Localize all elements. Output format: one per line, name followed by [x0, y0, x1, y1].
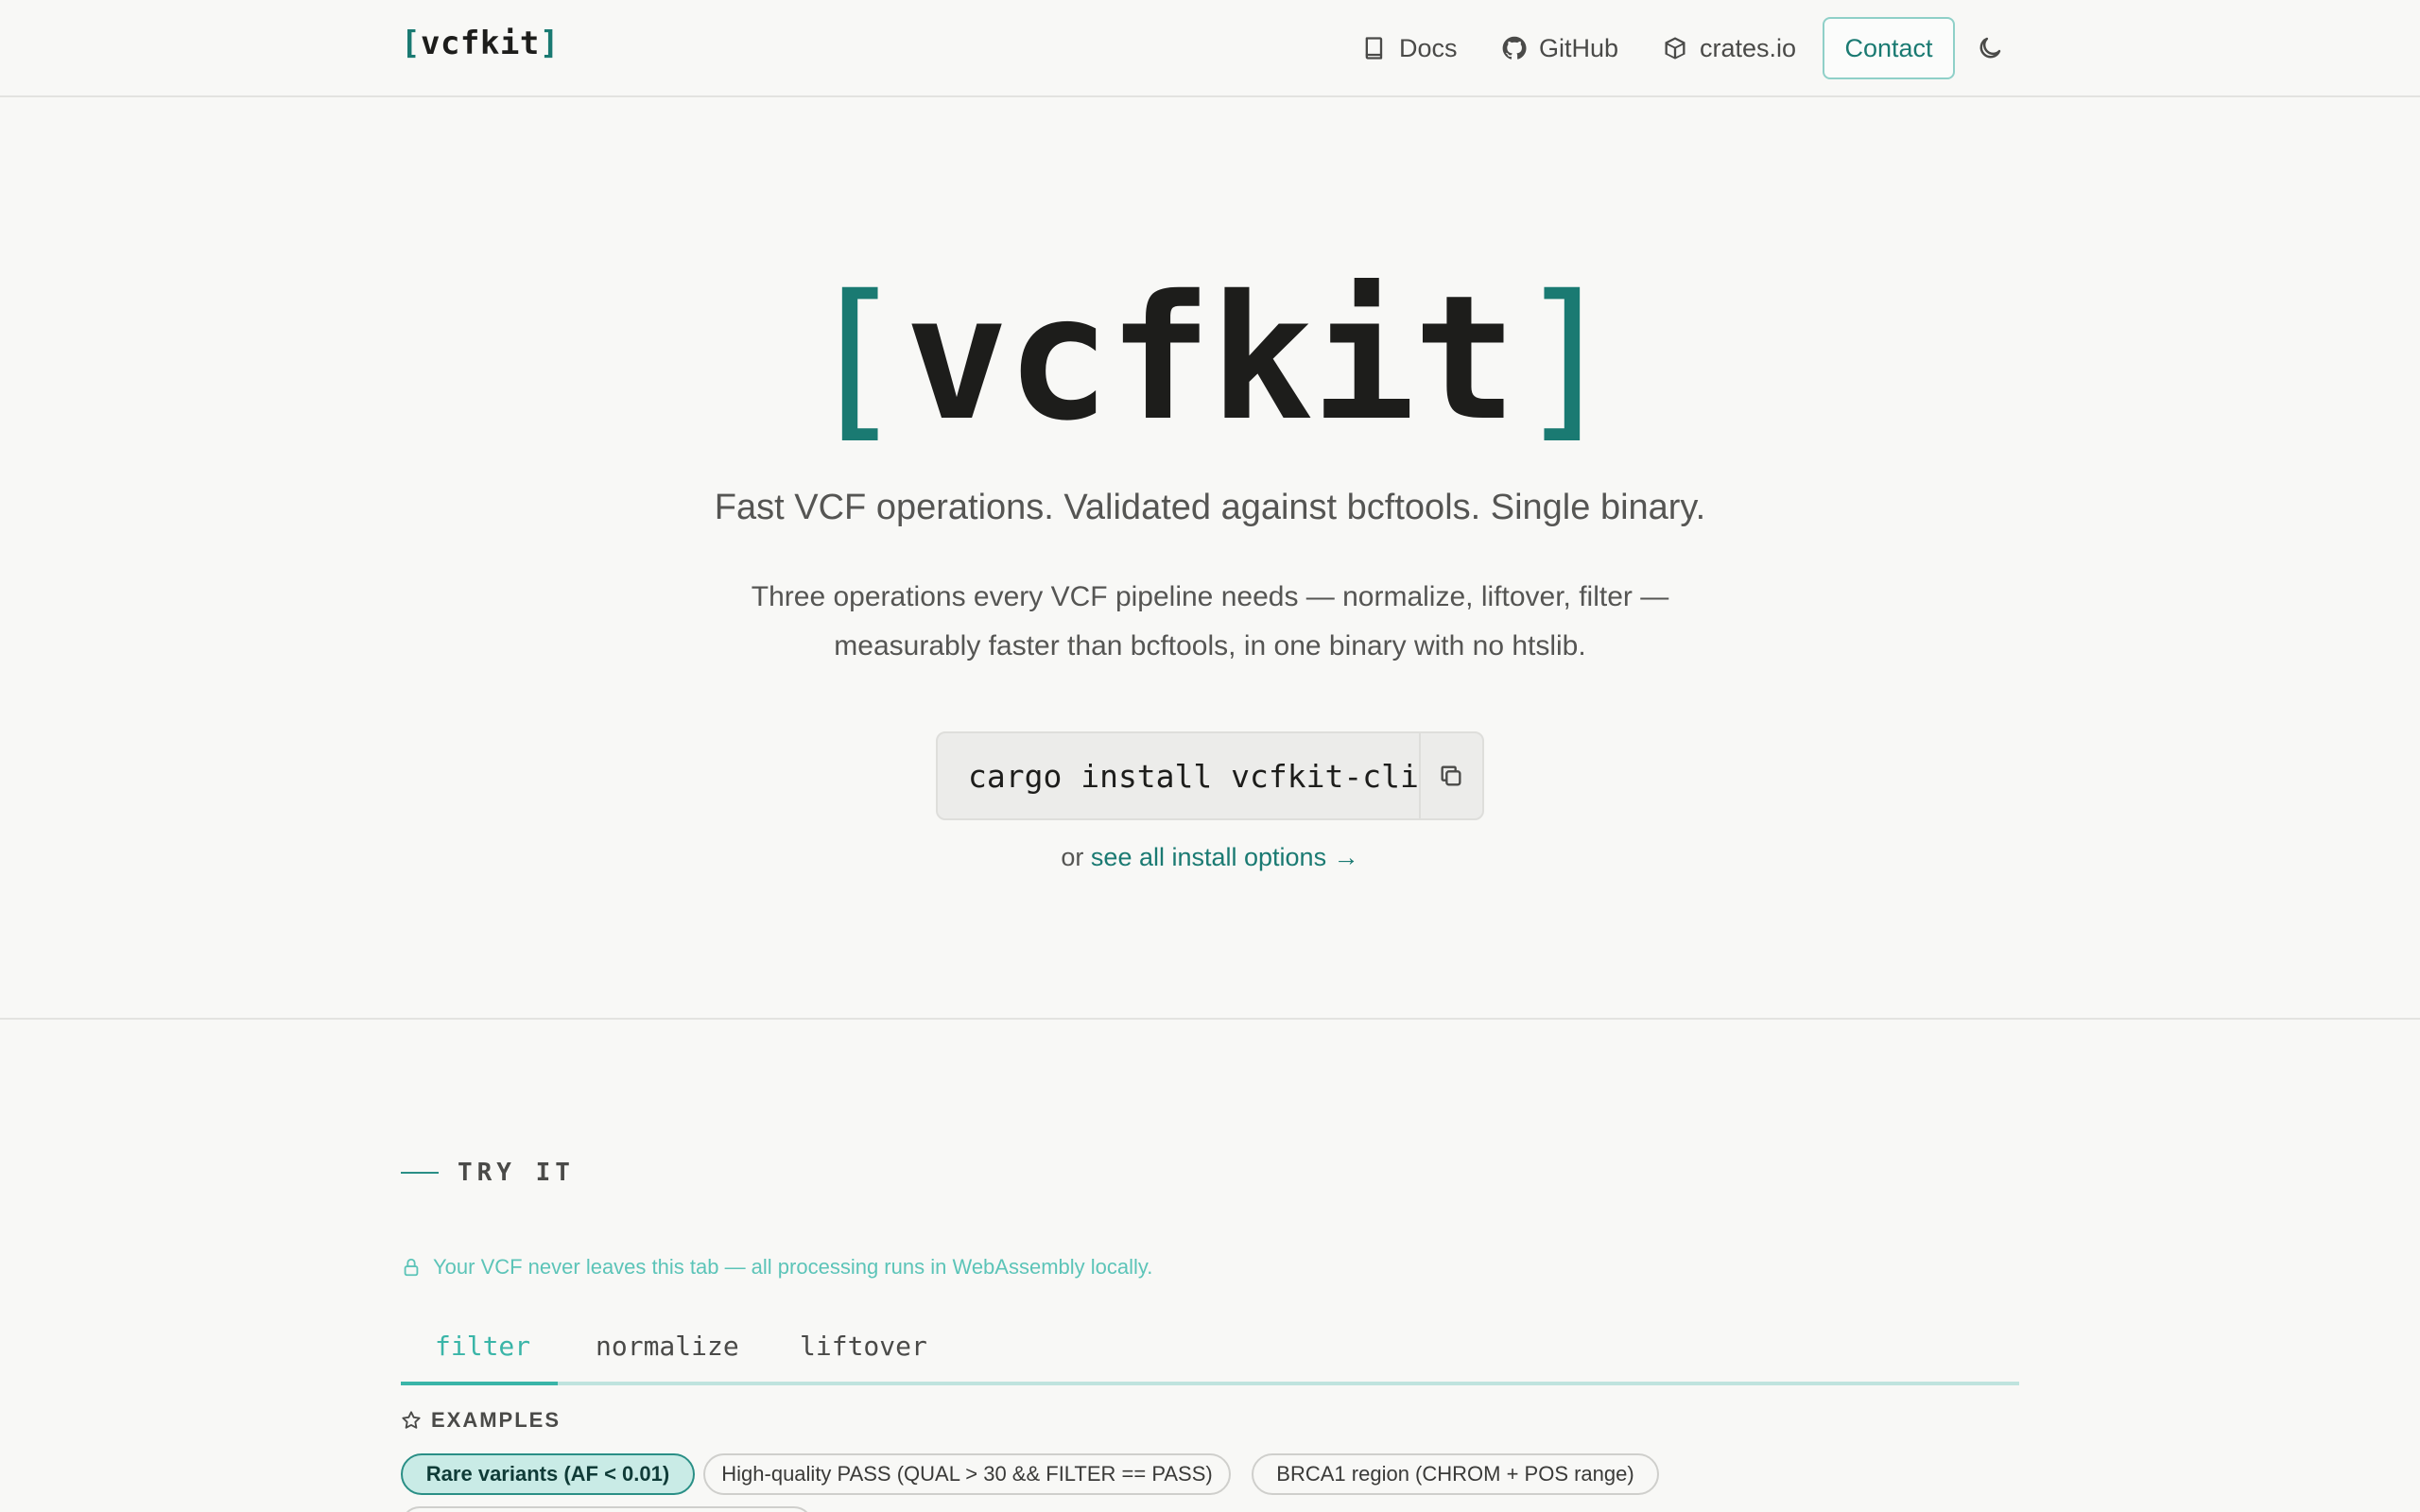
- example-chip-rare-variants[interactable]: Rare variants (AF < 0.01): [401, 1453, 695, 1495]
- examples-heading: EXAMPLES: [401, 1408, 561, 1433]
- logo-bracket-close: ]: [539, 25, 560, 62]
- heading-rule: [401, 1172, 439, 1174]
- example-chip-brca1[interactable]: BRCA1 region (CHROM + POS range): [1252, 1453, 1659, 1495]
- examples-label: EXAMPLES: [431, 1408, 562, 1432]
- nav-crates-label: crates.io: [1700, 33, 1797, 62]
- hero-description-line-2: measurably faster than bcftools, in one …: [834, 630, 1586, 662]
- hero-logo-text: vcfkit: [905, 258, 1516, 458]
- hero-bracket-close: ]: [1514, 258, 1619, 458]
- privacy-text: Your VCF never leaves this tab — all pro…: [433, 1255, 1153, 1279]
- operation-tabs: filter normalize liftover: [401, 1323, 2019, 1385]
- install-command[interactable]: cargo install vcfkit-cli: [938, 758, 1419, 795]
- nav-github-label: GitHub: [1539, 33, 1619, 62]
- star-icon: [402, 1411, 421, 1429]
- hero-bracket-open: [: [803, 258, 908, 458]
- privacy-note: Your VCF never leaves this tab — all pro…: [401, 1255, 1152, 1280]
- logo-text: vcfkit: [420, 25, 540, 62]
- nav-docs-label: Docs: [1399, 33, 1458, 62]
- moon-icon: [1979, 37, 2001, 59]
- nav-github-link[interactable]: GitHub: [1501, 26, 1618, 70]
- tab-filter[interactable]: filter: [435, 1331, 530, 1382]
- lock-icon: [404, 1258, 419, 1277]
- install-options-link[interactable]: see all install options →: [1091, 843, 1359, 871]
- contact-button[interactable]: Contact: [1823, 17, 1955, 79]
- hero-description: Three operations every VCF pipeline need…: [0, 573, 2420, 671]
- contact-label: Contact: [1844, 33, 1933, 62]
- hero-description-line-1: Three operations every VCF pipeline need…: [751, 581, 1669, 612]
- section-divider: [0, 1018, 2420, 1020]
- tab-normalize[interactable]: normalize: [596, 1331, 739, 1382]
- try-it-label: TRY IT: [458, 1159, 575, 1187]
- copy-icon: [1441, 765, 1461, 786]
- hero-logo: [vcfkit]: [0, 272, 2420, 444]
- active-tab-indicator: [401, 1382, 558, 1385]
- try-it-heading: TRY IT: [401, 1159, 575, 1187]
- nav-crates-link[interactable]: crates.io: [1662, 26, 1796, 70]
- site-header: [vcfkit] Docs GitHub crates.io Contact: [0, 0, 2420, 97]
- book-icon: [1365, 37, 1383, 60]
- install-command-box: cargo install vcfkit-cli: [936, 731, 1484, 820]
- logo-bracket-open: [: [401, 25, 421, 62]
- example-chip-partial[interactable]: [401, 1506, 813, 1512]
- header-logo[interactable]: [vcfkit]: [401, 25, 560, 62]
- package-icon: [1665, 37, 1685, 60]
- install-options: or see all install options →: [0, 843, 2420, 872]
- nav-docs-link[interactable]: Docs: [1361, 26, 1458, 70]
- example-chip-high-quality[interactable]: High-quality PASS (QUAL > 30 && FILTER =…: [703, 1453, 1231, 1495]
- github-icon: [1502, 36, 1527, 60]
- hero-tagline: Fast VCF operations. Validated against b…: [714, 488, 1706, 527]
- install-options-prefix: or: [1061, 843, 1091, 871]
- tab-liftover[interactable]: liftover: [800, 1331, 927, 1382]
- copy-button[interactable]: [1418, 733, 1482, 818]
- theme-toggle-button[interactable]: [1976, 34, 2004, 62]
